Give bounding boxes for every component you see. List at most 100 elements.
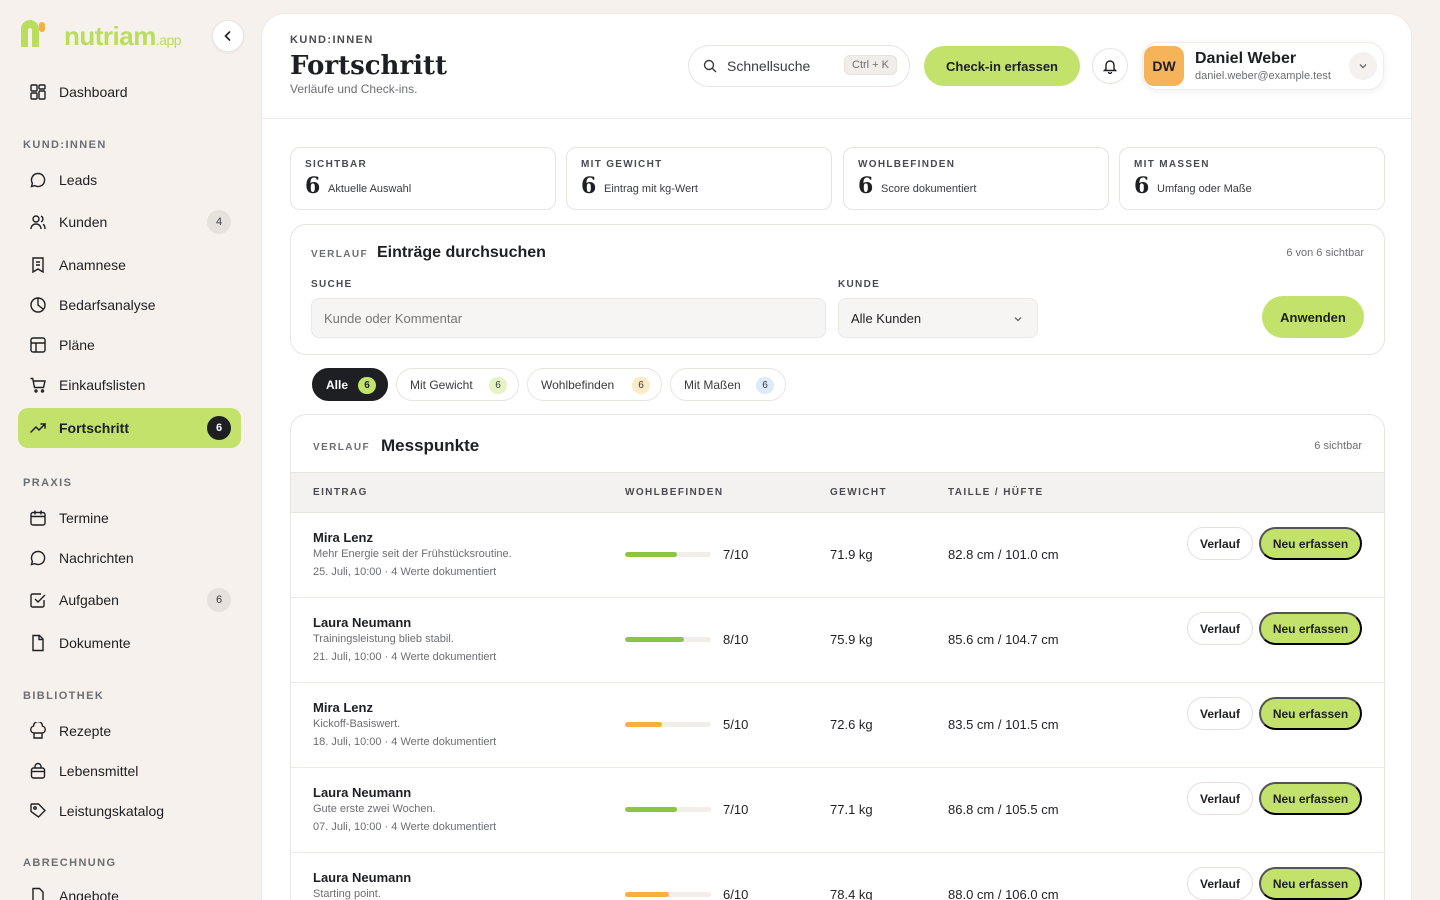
sidebar-item-aufgaben[interactable]: Aufgaben 6: [18, 580, 241, 620]
sidebar-item-label: Einkaufslisten: [59, 377, 146, 393]
wellbeing-score: 6/10: [723, 887, 749, 900]
column-header: EINTRAG: [313, 487, 368, 498]
client-name[interactable]: Laura Neumann: [313, 615, 411, 630]
entry-comment: Gute erste zwei Wochen.: [313, 803, 436, 815]
sidebar-item-label: Dashboard: [59, 84, 128, 100]
wellbeing-bar-fill: [625, 552, 677, 557]
collapse-sidebar-button[interactable]: [212, 20, 244, 52]
logo-mark-icon: [21, 20, 45, 47]
chevron-down-icon: [1359, 64, 1367, 69]
stat-label: WOHLBEFINDEN: [858, 159, 956, 170]
history-button[interactable]: Verlauf: [1187, 697, 1253, 730]
dashboard-icon: [28, 82, 48, 102]
sidebar-item-einkaufslisten[interactable]: Einkaufslisten: [18, 365, 241, 405]
checkin-button[interactable]: Check-in erfassen: [924, 46, 1080, 86]
sidebar-item-plaene[interactable]: Pläne: [18, 325, 241, 365]
user-menu[interactable]: DW Daniel Weber daniel.weber@example.tes…: [1142, 42, 1384, 90]
quick-search-button[interactable]: Schnellsuche Ctrl + K: [688, 45, 910, 87]
user-menu-toggle[interactable]: [1349, 52, 1377, 80]
chip-count: 6: [756, 377, 774, 394]
new-entry-button[interactable]: Neu erfassen: [1259, 527, 1362, 560]
stat-card-weight: MIT GEWICHT 6 Eintrag mit kg-Wert: [566, 147, 832, 210]
entry-meta: 25. Juli, 10:00 · 4 Werte dokumentiert: [313, 566, 497, 578]
sidebar-item-bedarfsanalyse[interactable]: Bedarfsanalyse: [18, 285, 241, 325]
apply-button[interactable]: Anwenden: [1262, 296, 1364, 338]
wellbeing-score: 8/10: [723, 632, 749, 647]
users-icon: [28, 212, 48, 232]
wellbeing-bar-fill: [625, 637, 685, 642]
filter-chip-wellbeing[interactable]: Wohlbefinden 6: [527, 368, 662, 401]
waist-hip-value: 85.6 cm / 104.7 cm: [948, 632, 1059, 647]
notifications-button[interactable]: [1092, 48, 1128, 84]
sidebar-item-label: Leads: [59, 172, 98, 188]
chip-count: 6: [358, 377, 376, 394]
stat-description: Score dokumentiert: [881, 183, 977, 195]
table-visible-count: 6 sichtbar: [1314, 440, 1362, 452]
stat-card-measurements: MIT MASSEN 6 Umfang oder Maße: [1119, 147, 1385, 210]
sidebar: nutriam.app Dashboard KUND:INNEN Leads K…: [0, 0, 260, 900]
sidebar-item-angebote[interactable]: Angebote: [18, 876, 241, 900]
wellbeing-score: 7/10: [723, 802, 749, 817]
client-name[interactable]: Laura Neumann: [313, 870, 411, 885]
sidebar-item-dashboard[interactable]: Dashboard: [18, 72, 241, 112]
client-name[interactable]: Mira Lenz: [313, 530, 373, 545]
sidebar-item-label: Fortschritt: [59, 420, 129, 436]
history-button[interactable]: Verlauf: [1187, 782, 1253, 815]
brand-logo[interactable]: nutriam.app: [18, 20, 243, 52]
filter-chip-all[interactable]: Alle 6: [312, 368, 388, 401]
checkbox-icon: [28, 590, 48, 610]
page-title: Fortschritt: [290, 51, 448, 81]
table-header: EINTRAG WOHLBEFINDEN GEWICHT TAILLE / HÜ…: [291, 472, 1384, 513]
document-icon: [28, 633, 48, 653]
sidebar-item-termine[interactable]: Termine: [18, 498, 241, 538]
sidebar-item-leads[interactable]: Leads: [18, 160, 241, 200]
sidebar-item-anamnese[interactable]: Anamnese: [18, 245, 241, 285]
entry-meta: 21. Juli, 10:00 · 4 Werte dokumentiert: [313, 651, 497, 663]
chevron-left-icon: [224, 31, 231, 41]
stat-description: Umfang oder Maße: [1157, 183, 1252, 195]
sidebar-item-label: Pläne: [59, 337, 95, 353]
search-input[interactable]: [311, 298, 826, 338]
wellbeing-bar: [625, 552, 711, 557]
sidebar-item-lebensmittel[interactable]: Lebensmittel: [18, 751, 241, 791]
sidebar-item-kunden[interactable]: Kunden 4: [18, 202, 241, 242]
column-header: TAILLE / HÜFTE: [948, 487, 1044, 498]
wellbeing-bar: [625, 637, 711, 642]
section-label-billing: ABRECHNUNG: [23, 857, 117, 869]
sidebar-item-label: Leistungskatalog: [59, 803, 165, 819]
stat-value: 6: [858, 173, 874, 199]
history-button[interactable]: Verlauf: [1187, 867, 1253, 900]
filter-title: Einträge durchsuchen: [377, 244, 546, 261]
client-select[interactable]: Alle Kunden: [838, 298, 1038, 338]
new-entry-button[interactable]: Neu erfassen: [1259, 867, 1362, 900]
new-entry-button[interactable]: Neu erfassen: [1259, 697, 1362, 730]
trend-icon: [28, 418, 48, 438]
document-icon: [28, 886, 48, 900]
filter-chip-measurements[interactable]: Mit Maßen 6: [670, 368, 786, 401]
client-name[interactable]: Laura Neumann: [313, 785, 411, 800]
page-header: KUND:INNEN Fortschritt Verläufe und Chec…: [262, 14, 1413, 119]
stat-card-wellbeing: WOHLBEFINDEN 6 Score dokumentiert: [843, 147, 1109, 210]
sidebar-item-label: Bedarfsanalyse: [59, 297, 156, 313]
history-button[interactable]: Verlauf: [1187, 612, 1253, 645]
sidebar-item-nachrichten[interactable]: Nachrichten: [18, 538, 241, 578]
sidebar-item-fortschritt[interactable]: Fortschritt 6: [18, 408, 241, 448]
sidebar-item-rezepte[interactable]: Rezepte: [18, 711, 241, 751]
filter-chip-weight[interactable]: Mit Gewicht 6: [396, 368, 519, 401]
sidebar-item-dokumente[interactable]: Dokumente: [18, 623, 241, 663]
bag-icon: [28, 761, 48, 781]
sidebar-item-label: Anamnese: [59, 257, 126, 273]
quick-search-label: Schnellsuche: [727, 58, 811, 74]
new-entry-button[interactable]: Neu erfassen: [1259, 612, 1362, 645]
new-entry-button[interactable]: Neu erfassen: [1259, 782, 1362, 815]
weight-value: 77.1 kg: [830, 802, 873, 817]
section-label-library: BIBLIOTHEK: [23, 690, 105, 702]
sidebar-item-leistungskatalog[interactable]: Leistungskatalog: [18, 791, 241, 831]
weight-value: 71.9 kg: [830, 547, 873, 562]
history-button[interactable]: Verlauf: [1187, 527, 1253, 560]
clock-icon: [28, 295, 48, 315]
sidebar-item-label: Kunden: [59, 214, 108, 230]
client-name[interactable]: Mira Lenz: [313, 700, 373, 715]
stat-label: SICHTBAR: [305, 159, 368, 170]
calendar-icon: [28, 508, 48, 528]
